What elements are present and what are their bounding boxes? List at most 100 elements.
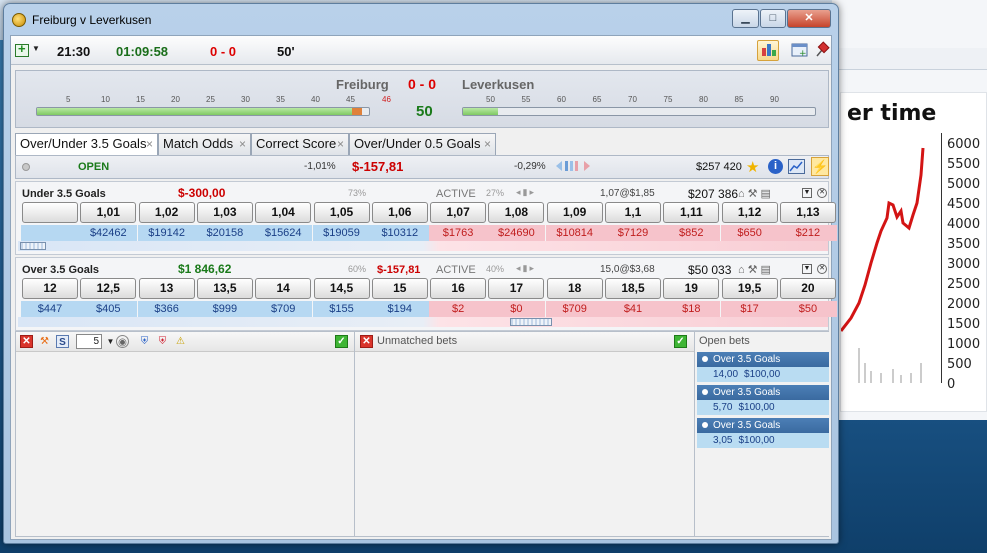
info-icon[interactable]: i xyxy=(768,159,783,174)
new-window-button[interactable]: + xyxy=(789,40,811,61)
odds-button[interactable]: 19,5 xyxy=(721,278,778,299)
runner-average-price: 15,0@$3,68 xyxy=(600,264,655,275)
second-half-tick-label: 75 xyxy=(663,95,673,104)
second-half-tick-label: 70 xyxy=(628,95,637,104)
lightning-icon[interactable]: ⚡ xyxy=(811,157,829,176)
countdown-clock: 01:09:58 xyxy=(116,44,169,59)
bet-tools-panel: ✕ ⚒ S 5 ▼ ◉ ⛨ ⛨ ⚠ ✓ xyxy=(16,332,355,536)
odds-button[interactable]: 1,02 xyxy=(138,202,195,223)
runner-close-icon[interactable]: ✕ xyxy=(817,188,827,198)
odds-button[interactable]: 14,5 xyxy=(313,278,370,299)
price-heat-bar[interactable] xyxy=(18,241,828,251)
chart-button[interactable] xyxy=(757,40,779,61)
volume-cell: $194 xyxy=(370,301,429,317)
runner-back-percent: 73% xyxy=(348,188,367,198)
hammer-icon[interactable]: ⚒ xyxy=(38,335,51,348)
odds-button[interactable]: 18,5 xyxy=(605,278,661,299)
tab-market[interactable]: Correct Score × xyxy=(251,133,349,155)
odds-button[interactable]: 1,09 xyxy=(546,202,603,223)
background-menubar xyxy=(832,48,987,70)
odds-button[interactable]: 18 xyxy=(546,278,603,299)
shield-red-icon[interactable]: ⛨ xyxy=(156,335,169,348)
price-heat-bar[interactable] xyxy=(18,317,828,327)
runner-close-icon[interactable]: ✕ xyxy=(817,264,827,274)
shield-blue-icon[interactable]: ⛨ xyxy=(138,335,151,348)
runner-lay-percent: 40% xyxy=(486,264,505,274)
odds-button[interactable]: 1,08 xyxy=(488,202,545,223)
background-chart: er time 6000 5500 5000 4500 4000 3500 3000 2500… xyxy=(840,92,987,412)
tab-market[interactable]: Over/Under 3.5 Goals × xyxy=(15,133,158,156)
odds-button[interactable]: 15 xyxy=(371,278,428,299)
open-bet-name: Over 3.5 Goals xyxy=(713,354,781,365)
open-bet-values: 5,70 $100,00 xyxy=(697,400,829,415)
warning-icon[interactable]: ⚠ xyxy=(174,335,187,348)
odds-button[interactable]: 16 xyxy=(430,278,487,299)
tab-close-icon[interactable]: × xyxy=(484,134,491,154)
heat-bar-handle[interactable] xyxy=(510,318,552,326)
favorite-star-icon[interactable]: ★ xyxy=(746,158,759,176)
volume-cell: $15624 xyxy=(254,225,313,241)
title-bar[interactable]: Freiburg v Leverkusen ▁ □ ✕ xyxy=(4,4,838,34)
odds-button[interactable]: 1,1 xyxy=(605,202,661,223)
open-bet[interactable]: Over 3.5 Goals 5,70 $100,00 xyxy=(697,385,829,415)
odds-button[interactable]: 1,13 xyxy=(779,202,836,223)
odds-button[interactable]: 1,03 xyxy=(196,202,253,223)
tab-market[interactable]: Match Odds × xyxy=(158,133,251,155)
odds-button[interactable]: 17 xyxy=(488,278,545,299)
odds-button[interactable]: 20 xyxy=(779,278,836,299)
odds-button[interactable]: 14 xyxy=(255,278,312,299)
tab-close-icon[interactable]: × xyxy=(146,134,153,154)
maximize-button[interactable]: □ xyxy=(760,9,786,28)
runner-ladder-controls-icon[interactable]: ◂▮▸ xyxy=(516,263,536,274)
confirm-icon[interactable]: ✓ xyxy=(335,335,348,348)
odds-button[interactable]: 13,5 xyxy=(196,278,253,299)
stake-spinner[interactable]: 5 xyxy=(76,334,102,349)
stake-value: 5 xyxy=(93,336,99,347)
odds-button[interactable]: 1,04 xyxy=(255,202,312,223)
open-bet[interactable]: Over 3.5 Goals 14,00 $100,00 xyxy=(697,352,829,382)
confirm-unmatched-icon[interactable]: ✓ xyxy=(674,335,687,348)
odds-button[interactable]: 12,5 xyxy=(80,278,137,299)
volume-cell: $212 xyxy=(778,225,837,241)
heat-bar-handle[interactable] xyxy=(20,242,46,250)
runner-tools-icon[interactable]: ⌂⚒▤ xyxy=(738,187,774,200)
open-bet[interactable]: Over 3.5 Goals 3,05 $100,00 xyxy=(697,418,829,448)
match-minute: 50' xyxy=(277,44,295,59)
odds-button[interactable]: 1,05 xyxy=(313,202,370,223)
tab-market[interactable]: Over/Under 0.5 Goals × xyxy=(349,133,496,155)
runner-ladder-controls-icon[interactable]: ◂▮▸ xyxy=(516,187,536,198)
odds-button[interactable]: 1,06 xyxy=(371,202,428,223)
odds-button[interactable]: 19 xyxy=(663,278,720,299)
tab-close-icon[interactable]: × xyxy=(239,134,246,154)
odds-button[interactable]: 12 xyxy=(22,278,78,299)
close-button[interactable]: ✕ xyxy=(787,9,831,28)
runner-dropdown-icon[interactable]: ▼ xyxy=(802,188,812,198)
add-market-button[interactable]: + ▼ xyxy=(15,41,40,60)
odds-button[interactable]: 1,12 xyxy=(721,202,778,223)
graph-icon[interactable] xyxy=(788,159,805,174)
cancel-all-icon[interactable]: ✕ xyxy=(20,335,33,348)
runner-tools-icon[interactable]: ⌂⚒▤ xyxy=(738,263,774,276)
odds-button[interactable]: 13 xyxy=(138,278,195,299)
odds-button[interactable]: 1,07 xyxy=(430,202,487,223)
first-half-tick-label: 5 xyxy=(66,95,71,104)
bet-tools-header: ✕ ⚒ S 5 ▼ ◉ ⛨ ⛨ ⚠ ✓ xyxy=(16,332,354,352)
minimize-button[interactable]: ▁ xyxy=(732,9,759,28)
volume-cell: $447 xyxy=(21,301,79,317)
ladder-arrows[interactable] xyxy=(554,159,600,176)
tab-close-icon[interactable]: × xyxy=(337,134,344,154)
cancel-unmatched-icon[interactable]: ✕ xyxy=(360,335,373,348)
chevron-down-icon: ▼ xyxy=(32,44,40,53)
stake-icon[interactable]: S xyxy=(56,335,69,348)
runner-dropdown-icon[interactable]: ▼ xyxy=(802,264,812,274)
second-half-tick-label: 90 xyxy=(770,95,779,104)
volume-cell: $999 xyxy=(195,301,254,317)
odds-button[interactable]: 1,01 xyxy=(80,202,137,223)
odds-button[interactable]: 1,11 xyxy=(663,202,720,223)
record-icon[interactable]: ◉ xyxy=(116,335,129,348)
pin-button[interactable] xyxy=(811,40,833,61)
market-header: OPEN -1,01% $-157,81 -0,29% $257 420 ★ i… xyxy=(15,155,829,179)
tab-label: Over/Under 3.5 Goals xyxy=(20,136,147,151)
odds-button[interactable] xyxy=(22,202,78,223)
odds-row: 12 12,5 13 13,5 14 14,5 15 16 17 18 18,5 19 19,5 20 xyxy=(18,278,836,300)
